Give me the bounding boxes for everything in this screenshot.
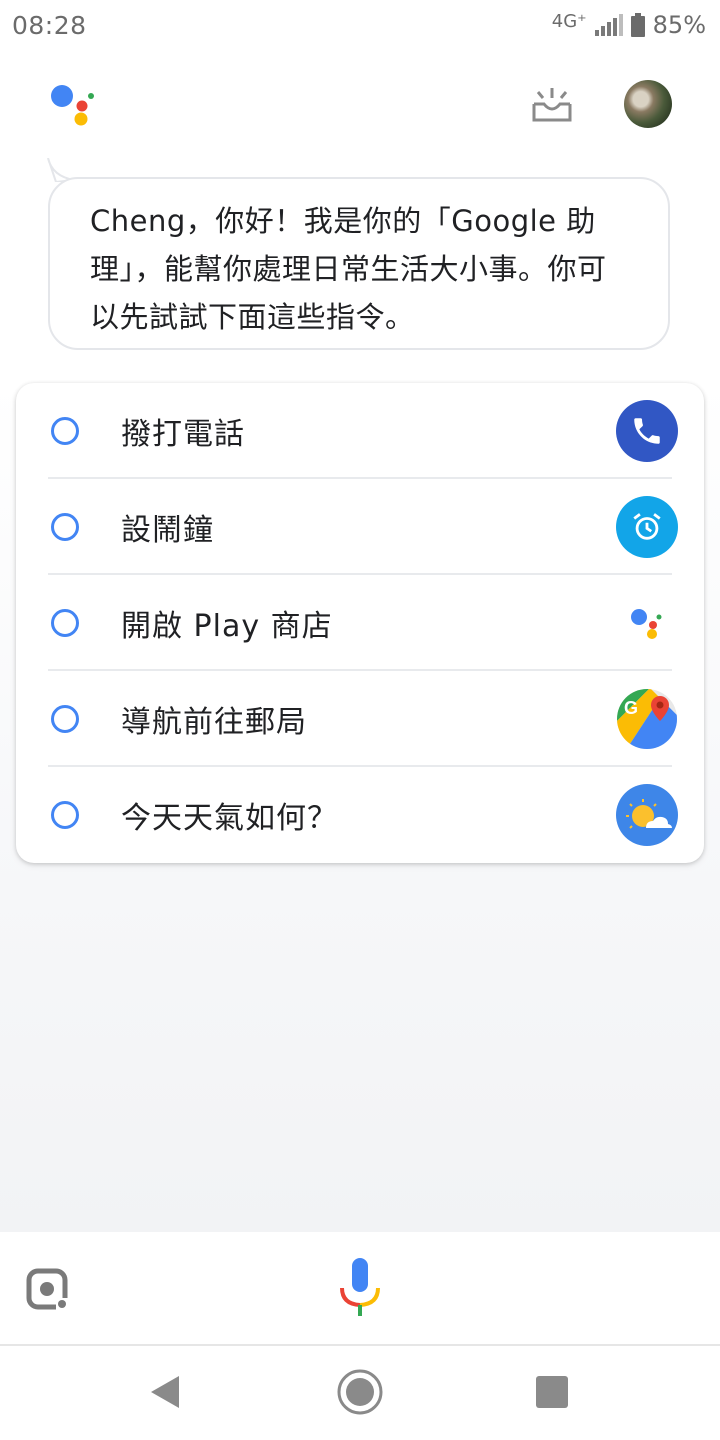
microphone-icon[interactable] (338, 1256, 382, 1320)
battery-percent: 85% (652, 11, 706, 39)
suggestion-label: 導航前往郵局 (121, 705, 307, 740)
suggestion-play-store[interactable]: 開啟 Play 商店 (48, 575, 678, 671)
status-time: 08:28 (12, 10, 87, 40)
radio-circle-icon (51, 705, 79, 733)
suggestion-weather[interactable]: 今天天氣如何？ (48, 767, 678, 863)
network-type: 4G⁺ (551, 10, 587, 32)
suggestion-navigate[interactable]: 導航前往郵局 G (48, 671, 677, 767)
greeting-bubble: Cheng，你好！我是你的「Google 助理」，能幫你處理日常生活大小事。你可… (48, 177, 670, 350)
suggestion-call[interactable]: 撥打電話 (48, 383, 678, 479)
home-icon[interactable] (336, 1368, 384, 1416)
back-icon[interactable] (147, 1372, 183, 1412)
radio-circle-icon (51, 801, 79, 829)
input-bar (0, 1232, 720, 1344)
radio-circle-icon (51, 609, 79, 637)
google-lens-icon[interactable] (24, 1266, 72, 1314)
weather-icon (616, 784, 678, 846)
suggestion-label: 今天天氣如何？ (121, 801, 338, 836)
suggestion-label: 開啟 Play 商店 (121, 609, 333, 644)
suggestion-label: 設鬧鐘 (121, 513, 214, 548)
suggestion-label: 撥打電話 (121, 417, 245, 452)
recent-apps-icon[interactable] (536, 1376, 568, 1408)
account-avatar[interactable] (624, 80, 672, 128)
radio-circle-icon (51, 417, 79, 445)
alarm-clock-icon (616, 496, 678, 558)
phone-icon (616, 400, 678, 462)
status-indicators: 4G⁺ 85% (551, 10, 706, 40)
google-assistant-icon (616, 592, 678, 654)
radio-circle-icon (51, 513, 79, 541)
svg-text:G: G (624, 698, 638, 718)
suggestion-alarm[interactable]: 設鬧鐘 (48, 479, 678, 575)
google-assistant-logo-icon (51, 85, 94, 126)
snapshot-icon[interactable] (526, 82, 578, 128)
greeting-text: Cheng，你好！我是你的「Google 助理」，能幫你處理日常生活大小事。你可… (90, 204, 607, 334)
battery-icon (630, 13, 645, 37)
status-bar: 08:28 4G⁺ 85% (0, 0, 720, 50)
google-maps-icon: G (616, 688, 678, 750)
signal-icon (594, 14, 623, 36)
suggestions-card: 撥打電話 設鬧鐘 開啟 Play 商店 導航前往郵局 G 今天天氣如何？ (16, 383, 704, 863)
system-nav-bar (0, 1344, 720, 1440)
assistant-header (0, 50, 720, 160)
